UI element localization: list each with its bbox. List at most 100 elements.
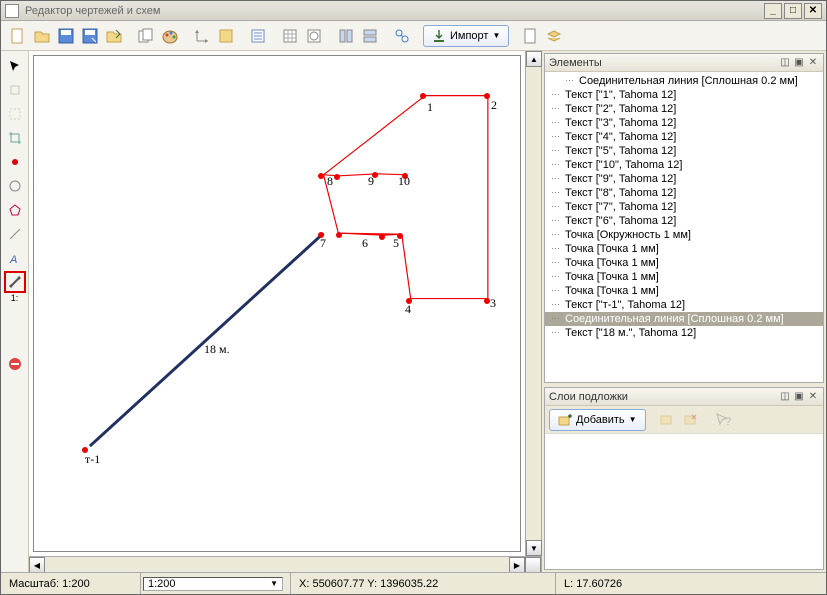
- scale-combo[interactable]: 1:200 ▼: [143, 577, 283, 591]
- drawing-canvas[interactable]: 1 2 3 4 5 6 7 8 9 10 18 м. т-1: [33, 55, 521, 552]
- canvas-handle[interactable]: [334, 174, 340, 180]
- tree-item[interactable]: Текст ["4", Tahoma 12]: [545, 130, 823, 144]
- open-icon[interactable]: [31, 25, 53, 47]
- hand-tool[interactable]: [4, 79, 26, 101]
- tree-item[interactable]: Текст ["3", Tahoma 12]: [545, 116, 823, 130]
- download-icon: [432, 29, 446, 43]
- stop-tool[interactable]: [4, 353, 26, 375]
- tree-item[interactable]: Текст ["9", Tahoma 12]: [545, 172, 823, 186]
- panel-close-icon[interactable]: ✕: [807, 391, 819, 403]
- point-tool[interactable]: [4, 151, 26, 173]
- main-toolbar: Импорт ▼: [1, 21, 826, 51]
- canvas-handle[interactable]: [336, 232, 342, 238]
- tree-item[interactable]: Соединительная линия [Сплошная 0.2 мм]: [545, 312, 823, 326]
- app-window: Редактор чертежей и схем _ □ ✕ Имп: [0, 0, 827, 595]
- layer-delete-icon[interactable]: [680, 409, 702, 431]
- tree-item[interactable]: Точка [Точка 1 мм]: [545, 256, 823, 270]
- elements-panel-header: Элементы ◫ ▣ ✕: [545, 54, 823, 72]
- stack-icon[interactable]: [543, 25, 565, 47]
- grid2-icon[interactable]: [303, 25, 325, 47]
- col1-icon[interactable]: [335, 25, 357, 47]
- polygon-tool[interactable]: [4, 199, 26, 221]
- panel-pin-icon[interactable]: ▣: [793, 57, 805, 69]
- right-panel-area: Элементы ◫ ▣ ✕ Соединительная линия [Спл…: [541, 51, 826, 572]
- select2-tool[interactable]: [4, 103, 26, 125]
- palette-icon[interactable]: [159, 25, 181, 47]
- saveas-icon[interactable]: [79, 25, 101, 47]
- canvas-label: 9: [368, 174, 374, 189]
- scroll-right-button[interactable]: ▶: [509, 557, 525, 573]
- axes-icon[interactable]: [191, 25, 213, 47]
- scroll-down-button[interactable]: ▼: [526, 540, 542, 556]
- line-tool[interactable]: [4, 223, 26, 245]
- elements-tree[interactable]: Соединительная линия [Сплошная 0.2 мм]Те…: [545, 72, 823, 382]
- disabled-tool-2[interactable]: [4, 329, 26, 351]
- tree-item[interactable]: Точка [Точка 1 мм]: [545, 242, 823, 256]
- select-tool[interactable]: [4, 55, 26, 77]
- add-label: Добавить: [576, 414, 625, 426]
- layer-edit-icon[interactable]: [656, 409, 678, 431]
- col2-icon[interactable]: [359, 25, 381, 47]
- panel-dock-icon[interactable]: ◫: [779, 391, 791, 403]
- chevron-down-icon: ▼: [492, 31, 500, 40]
- import-button[interactable]: Импорт ▼: [423, 25, 509, 47]
- layers-list[interactable]: [545, 434, 823, 569]
- layers-panel-title: Слои подложки: [549, 391, 777, 403]
- scroll-up-button[interactable]: ▲: [526, 51, 542, 67]
- plus-icon: [558, 413, 572, 427]
- layer-icon[interactable]: [215, 25, 237, 47]
- panel-pin-icon[interactable]: ▣: [793, 391, 805, 403]
- grid1-icon[interactable]: [279, 25, 301, 47]
- maximize-button[interactable]: □: [784, 3, 802, 19]
- canvas-label: 8: [327, 174, 333, 189]
- page-icon[interactable]: [519, 25, 541, 47]
- tree-item[interactable]: Точка [Точка 1 мм]: [545, 284, 823, 298]
- tree-item[interactable]: Текст ["18 м.", Tahoma 12]: [545, 326, 823, 340]
- tree-item[interactable]: Текст ["10", Tahoma 12]: [545, 158, 823, 172]
- svg-text:?: ?: [725, 416, 731, 428]
- vertical-scrollbar[interactable]: ▲ ▼: [525, 51, 541, 556]
- tree-item[interactable]: Точка [Окружность 1 мм]: [545, 228, 823, 242]
- measure-tool[interactable]: [4, 271, 26, 293]
- tree-item[interactable]: Точка [Точка 1 мм]: [545, 270, 823, 284]
- canvas-handle[interactable]: [484, 93, 490, 99]
- layer-help-icon[interactable]: ?: [712, 409, 734, 431]
- status-length: L: 17.60726: [556, 573, 826, 594]
- tree-item[interactable]: Текст ["т-1", Tahoma 12]: [545, 298, 823, 312]
- canvas-handle[interactable]: [318, 173, 324, 179]
- tree-item[interactable]: Соединительная линия [Сплошная 0.2 мм]: [545, 74, 823, 88]
- tree-item[interactable]: Текст ["5", Tahoma 12]: [545, 144, 823, 158]
- app-icon: [5, 4, 19, 18]
- tree-item[interactable]: Текст ["1", Tahoma 12]: [545, 88, 823, 102]
- save-icon[interactable]: [55, 25, 77, 47]
- text-tool[interactable]: A: [4, 247, 26, 269]
- tree-item[interactable]: Текст ["7", Tahoma 12]: [545, 200, 823, 214]
- layers-panel-header: Слои подложки ◫ ▣ ✕: [545, 388, 823, 406]
- add-layer-button[interactable]: Добавить ▼: [549, 409, 646, 431]
- canvas-handle[interactable]: [379, 234, 385, 240]
- scroll-corner: [525, 557, 541, 573]
- panel-dock-icon[interactable]: ◫: [779, 57, 791, 69]
- close-button[interactable]: ✕: [804, 3, 822, 19]
- minimize-button[interactable]: _: [764, 3, 782, 19]
- export-icon[interactable]: [103, 25, 125, 47]
- canvas-label: 5: [393, 236, 399, 251]
- link-icon[interactable]: [391, 25, 413, 47]
- circle-tool[interactable]: [4, 175, 26, 197]
- canvas-handle[interactable]: [420, 93, 426, 99]
- horizontal-scrollbar[interactable]: ◀ ▶: [29, 556, 541, 572]
- tree-item[interactable]: Текст ["8", Tahoma 12]: [545, 186, 823, 200]
- panel-close-icon[interactable]: ✕: [807, 57, 819, 69]
- scroll-left-button[interactable]: ◀: [29, 557, 45, 573]
- canvas-label: 4: [405, 302, 411, 317]
- new-icon[interactable]: [7, 25, 29, 47]
- list-icon[interactable]: [247, 25, 269, 47]
- canvas-label: 1: [427, 100, 433, 115]
- content-area: A 1:: [1, 51, 826, 572]
- crop-tool[interactable]: [4, 127, 26, 149]
- import-label: Импорт: [450, 30, 488, 42]
- tree-item[interactable]: Текст ["6", Tahoma 12]: [545, 214, 823, 228]
- disabled-tool-1[interactable]: [4, 305, 26, 327]
- copy-icon[interactable]: [135, 25, 157, 47]
- tree-item[interactable]: Текст ["2", Tahoma 12]: [545, 102, 823, 116]
